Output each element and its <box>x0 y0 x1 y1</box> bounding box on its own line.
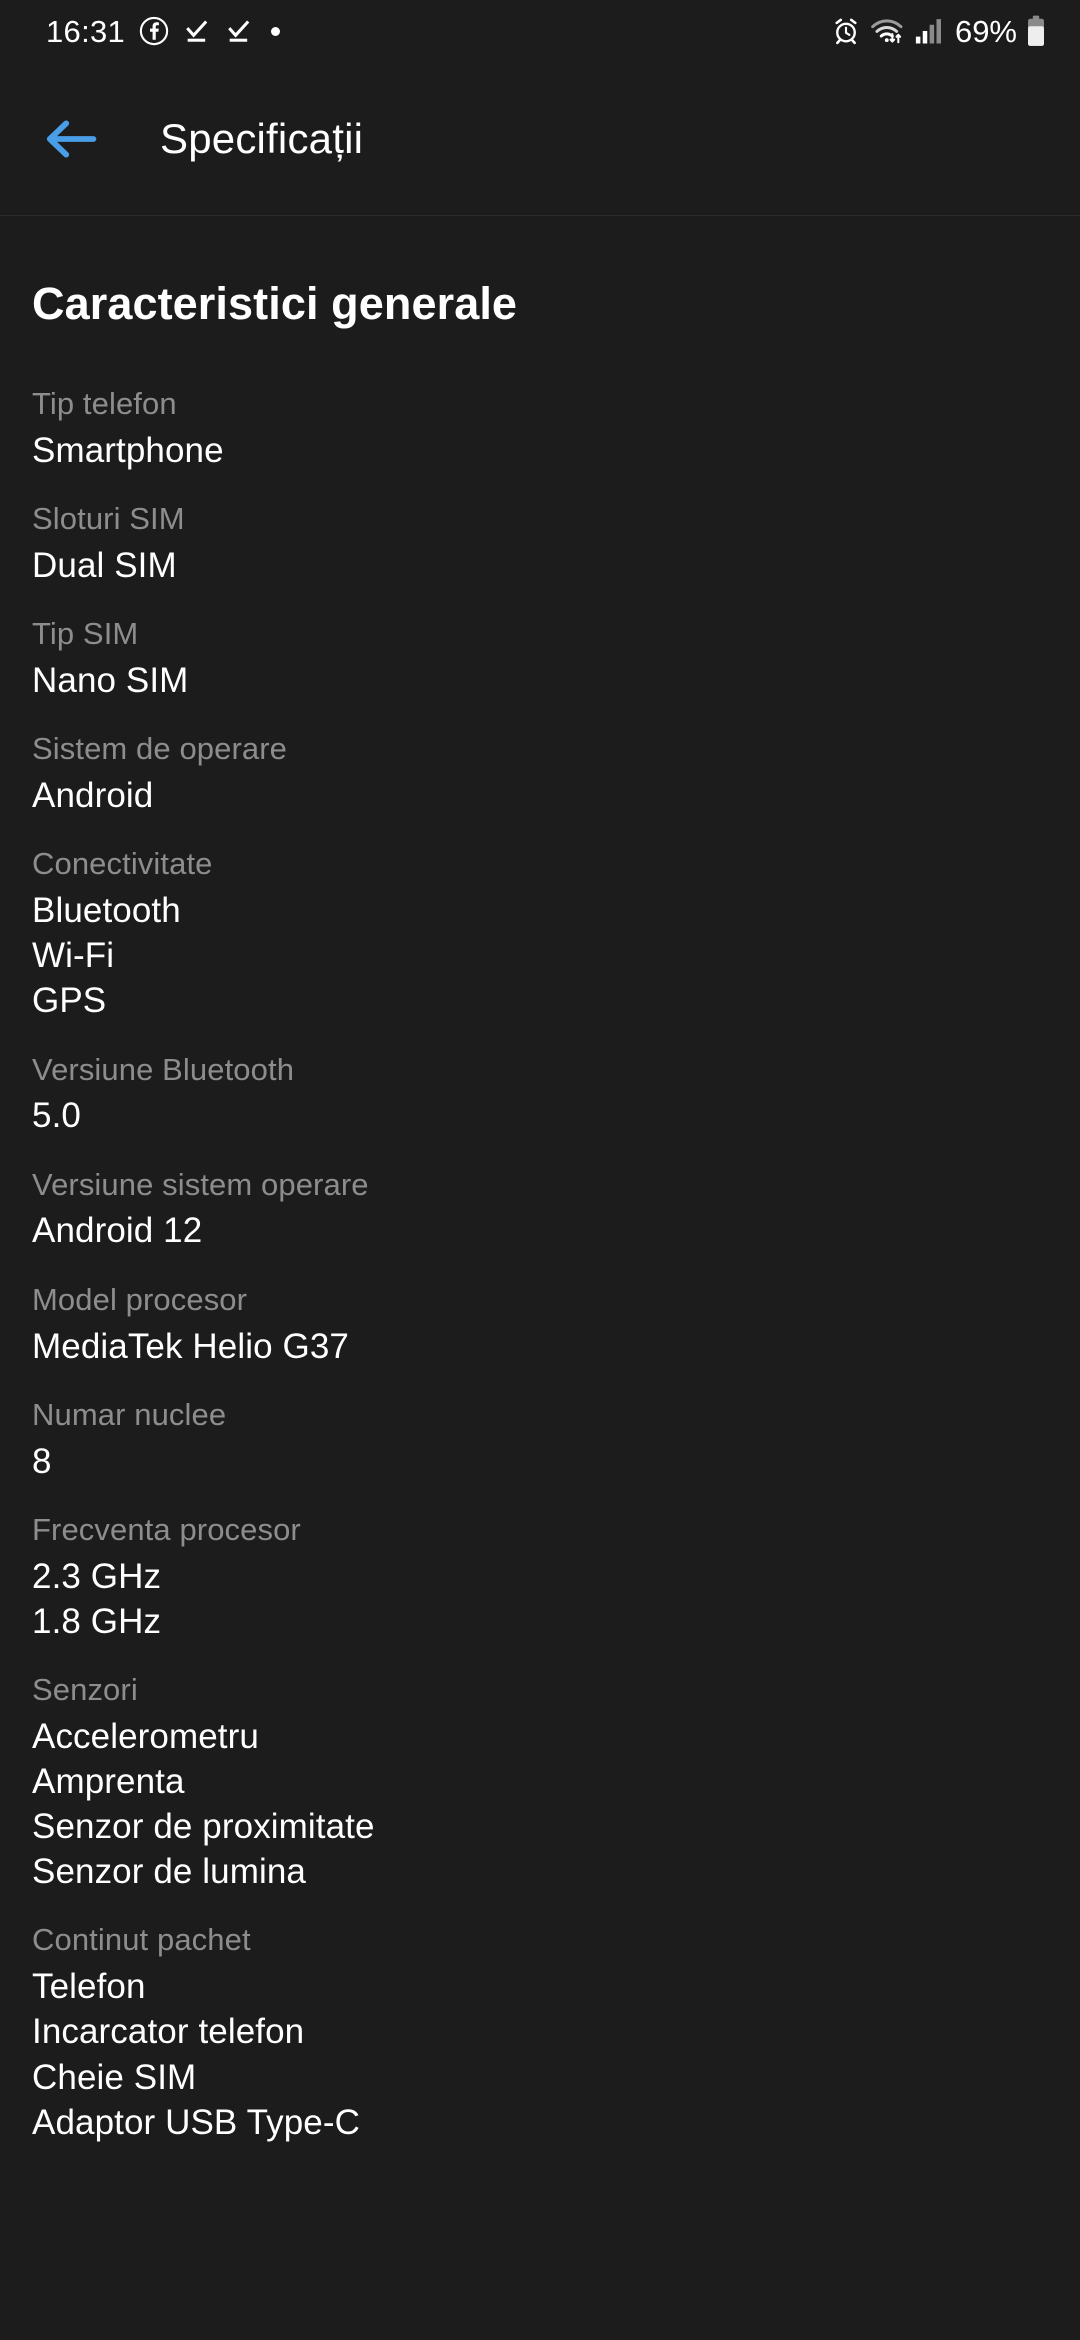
spec-value: MediaTek Helio G37 <box>32 1326 349 1366</box>
spec-values: Smartphone <box>32 428 1048 473</box>
spec-value: Incarcator telefon <box>32 2012 305 2052</box>
spec-label: Senzori <box>32 1671 138 1707</box>
spec-row: Conectivitate Bluetooth Wi-Fi GPS <box>32 844 1048 1023</box>
spec-value: Bluetooth <box>32 891 181 931</box>
download-complete-icon <box>183 17 211 45</box>
spec-label: Continut pachet <box>32 1922 251 1958</box>
spec-label: Tip telefon <box>32 386 177 421</box>
spec-value: GPS <box>32 981 107 1021</box>
wifi-data-icon <box>870 16 906 46</box>
spec-value: Accelerometru <box>32 1716 259 1756</box>
spec-values: Bluetooth Wi-Fi GPS <box>32 888 1048 1023</box>
spec-value: Cheie SIM <box>32 2057 197 2097</box>
spec-values: Android 12 <box>32 1208 1048 1253</box>
spec-label: Conectivitate <box>32 846 213 882</box>
spec-values: Telefon Incarcator telefon Cheie SIM Adapto… <box>32 1964 1048 2145</box>
alarm-icon <box>831 16 861 46</box>
spec-row: Tip telefon Smartphone <box>32 384 1048 473</box>
spec-value: Amprenta <box>32 1761 185 1801</box>
spec-row: Model procesor MediaTek Helio G37 <box>32 1280 1048 1369</box>
spec-values: Dual SIM <box>32 543 1048 588</box>
spec-label: Numar nuclee <box>32 1396 227 1432</box>
spec-value: Wi-Fi <box>32 936 115 976</box>
spec-value: Senzor de proximitate <box>32 1807 375 1847</box>
spec-value: Senzor de lumina <box>32 1852 306 1892</box>
spec-row: Senzori Accelerometru Amprenta Senzor de pr… <box>32 1670 1048 1894</box>
spec-value: Android 12 <box>32 1211 203 1251</box>
spec-value: Dual SIM <box>32 545 177 585</box>
spec-row: Continut pachet Telefon Incarcator telefon… <box>32 1920 1048 2144</box>
facebook-icon <box>139 16 169 46</box>
spec-row: Sloturi SIM Dual SIM <box>32 499 1048 588</box>
spec-values: 5.0 <box>32 1093 1048 1138</box>
spec-values: 2.3 GHz 1.8 GHz <box>32 1554 1048 1644</box>
spec-value: Telefon <box>32 1967 146 2007</box>
specifications-content: Caracteristici generale Tip telefon Smart… <box>0 278 1080 2145</box>
spec-value: Smartphone <box>32 430 224 470</box>
spec-value: Android <box>32 776 154 816</box>
spec-label: Versiune Bluetooth <box>32 1051 295 1087</box>
section-heading: Caracteristici generale <box>32 278 518 329</box>
spec-row: Sistem de operare Android <box>32 729 1048 818</box>
download-complete-icon <box>225 17 253 45</box>
spec-value: Adaptor USB Type-C <box>32 2102 360 2142</box>
back-button[interactable] <box>34 102 108 176</box>
battery-percentage: 69% <box>954 13 1017 49</box>
spec-values: 8 <box>32 1439 1048 1484</box>
spec-row: Tip SIM Nano SIM <box>32 614 1048 703</box>
spec-label: Sistem de operare <box>32 731 287 767</box>
spec-label: Tip SIM <box>32 616 139 652</box>
spec-values: Nano SIM <box>32 658 1048 703</box>
page-title: Specificații <box>160 114 364 162</box>
spec-value: 1.8 GHz <box>32 1601 162 1641</box>
status-bar-left: 16:31 <box>46 13 281 49</box>
spec-values: Android <box>32 773 1048 818</box>
signal-bars-icon <box>915 16 943 46</box>
status-bar: 16:31 69% <box>0 0 1080 62</box>
spec-row: Frecventa procesor 2.3 GHz 1.8 GHz <box>32 1510 1048 1644</box>
spec-list: Tip telefon Smartphone Sloturi SIM Dual SIM… <box>32 384 1048 2145</box>
status-bar-right: 69% <box>831 15 1046 47</box>
back-arrow-icon <box>45 117 97 161</box>
spec-row: Versiune sistem operare Android 12 <box>32 1165 1048 1254</box>
spec-label: Sloturi SIM <box>32 501 185 537</box>
spec-values: MediaTek Helio G37 <box>32 1324 1048 1369</box>
spec-value: 5.0 <box>32 1096 81 1136</box>
battery-icon <box>1026 15 1046 47</box>
spec-value: 8 <box>32 1441 52 1481</box>
spec-label: Model procesor <box>32 1281 248 1317</box>
spec-row: Versiune Bluetooth 5.0 <box>32 1050 1048 1139</box>
spec-label: Frecventa procesor <box>32 1511 301 1547</box>
notification-dot-icon <box>271 26 281 36</box>
spec-row: Numar nuclee 8 <box>32 1395 1048 1484</box>
spec-values: Accelerometru Amprenta Senzor de proximita… <box>32 1714 1048 1895</box>
app-bar: Specificații <box>0 62 1080 216</box>
status-clock: 16:31 <box>46 13 126 49</box>
spec-value: Nano SIM <box>32 661 189 700</box>
spec-value: 2.3 GHz <box>32 1556 162 1596</box>
spec-label: Versiune sistem operare <box>32 1166 369 1202</box>
